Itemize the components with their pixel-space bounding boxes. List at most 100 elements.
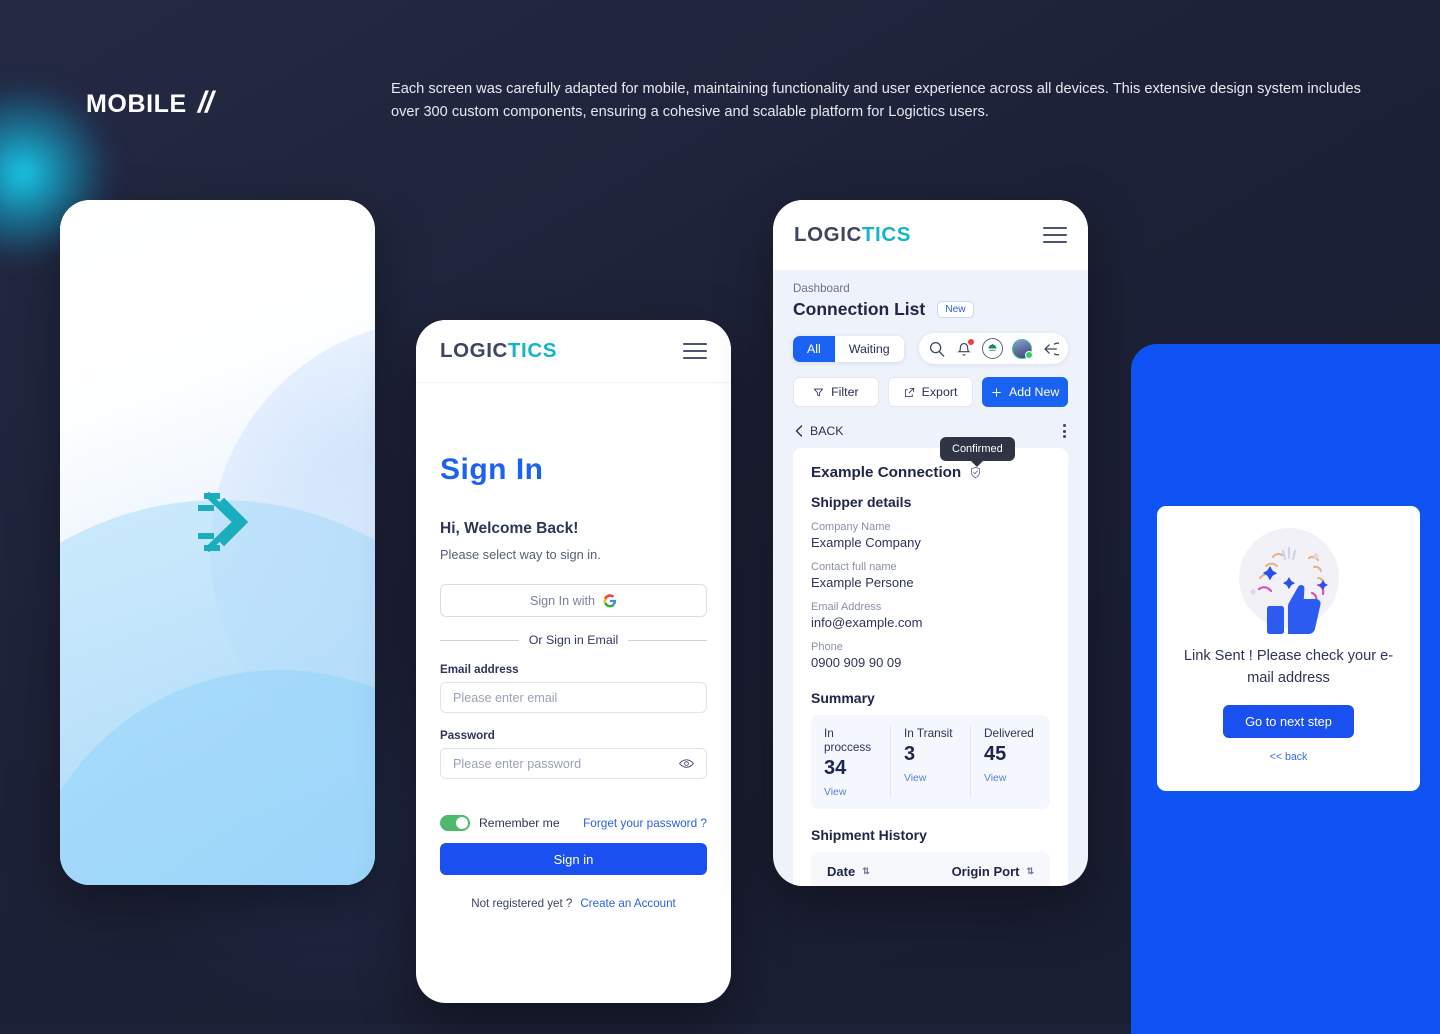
section-slashes: // <box>197 86 214 119</box>
summary-heading: Summary <box>811 690 875 706</box>
tab-segmented-control: All Waiting <box>793 335 904 362</box>
page-title-row: Connection List New <box>793 299 1068 320</box>
phone-dashboard-screen: LOGICTICS Dashboard Connection List New … <box>773 200 1088 886</box>
forgot-password-link[interactable]: Forget your password ? <box>583 816 707 830</box>
google-signin-label: Sign In with <box>529 593 596 608</box>
stat-in-transit: In Transit 3 View <box>891 726 971 798</box>
signup-footer: Not registered yet ? Create an Account <box>440 897 707 910</box>
link-sent-card: Link Sent ! Please check your e-mail add… <box>1157 506 1420 791</box>
section-label-text: MOBILE <box>86 90 187 118</box>
stat-label: In Transit <box>904 726 953 740</box>
column-header-origin-port[interactable]: Origin Port ⇅ <box>952 864 1034 879</box>
stat-view-link[interactable]: View <box>904 773 957 784</box>
stat-label: In proccess <box>824 726 872 754</box>
tab-all[interactable]: All <box>793 335 835 362</box>
summary-stats: In proccess 34 View In Transit 3 View De… <box>811 715 1050 809</box>
logout-arrow-icon[interactable] <box>1041 340 1059 358</box>
google-g-icon <box>603 593 617 607</box>
signin-body: Sign In Hi, Welcome Back! Please select … <box>416 383 731 910</box>
remember-row: Remember me Forget your password ? <box>440 815 707 831</box>
remember-toggle[interactable] <box>440 815 470 831</box>
page-title: Sign In <box>440 453 544 486</box>
chevron-left-icon <box>795 425 803 437</box>
signin-submit-button[interactable]: Sign in <box>440 843 707 875</box>
brand-logo: LOGICTICS <box>440 339 557 363</box>
back-row: BACK <box>793 424 1068 438</box>
notification-bell-icon[interactable] <box>955 338 974 358</box>
shipper-section-heading: Shipper details <box>811 494 912 510</box>
stat-value: 45 <box>984 743 1007 765</box>
field-label: Contact full name <box>811 561 897 573</box>
brand-logo-part1: LOGIC <box>440 339 508 362</box>
signin-header: LOGICTICS <box>416 320 731 383</box>
divider-label: Or Sign in Email <box>528 633 619 647</box>
back-link[interactable]: << back <box>1270 751 1308 763</box>
hamburger-menu-icon[interactable] <box>1043 227 1067 243</box>
email-label: Email address <box>440 663 519 676</box>
stat-view-link[interactable]: View <box>984 773 1037 784</box>
google-signin-button[interactable]: Sign In with <box>440 584 707 617</box>
dashboard-header: LOGICTICS <box>773 200 1088 270</box>
brand-logo-part2: TICS <box>507 339 558 362</box>
status-tooltip: Confirmed <box>940 437 1015 461</box>
user-avatar[interactable] <box>1012 338 1033 359</box>
action-button-row: Filter Export Add New <box>793 377 1069 407</box>
divider-line-right <box>628 639 707 641</box>
stat-value: 3 <box>904 743 916 765</box>
stat-label: Delivered <box>984 726 1034 740</box>
thumbs-up-confetti-icon <box>1226 522 1352 644</box>
company-logo-icon[interactable] <box>982 338 1003 359</box>
status-badge: New <box>937 301 974 318</box>
password-field[interactable]: Please enter password <box>440 748 707 779</box>
add-new-button[interactable]: Add New <box>982 377 1069 407</box>
remember-label: Remember me <box>479 816 560 830</box>
connection-header: Example Connection <box>811 464 1050 481</box>
filter-button[interactable]: Filter <box>793 377 879 407</box>
field-value: Example Persone <box>811 575 914 590</box>
add-new-label: Add New <box>1009 385 1060 399</box>
column-label: Origin Port <box>951 864 1020 879</box>
connection-card: Example Connection Shipper details Compa… <box>793 448 1068 886</box>
eye-toggle-icon[interactable] <box>679 758 694 769</box>
field-label: Email Address <box>811 601 882 613</box>
divider-line-left <box>440 639 519 641</box>
go-to-next-step-button[interactable]: Go to next step <box>1223 704 1354 738</box>
export-label: Export <box>921 385 958 399</box>
search-icon[interactable] <box>928 340 946 358</box>
column-header-date[interactable]: Date ⇅ <box>827 864 870 879</box>
connection-name: Example Connection <box>811 464 962 481</box>
password-label: Password <box>440 729 495 742</box>
brand-logo: LOGICTICS <box>794 223 911 247</box>
create-account-link[interactable]: Create an Account <box>580 897 675 910</box>
shipment-history-table-header: Date ⇅ Origin Port ⇅ <box>811 852 1050 886</box>
splash-logo-mark <box>60 486 375 558</box>
phone-signin-screen: LOGICTICS Sign In Hi, Welcome Back! Plea… <box>416 320 731 1003</box>
stat-view-link[interactable]: View <box>824 787 877 798</box>
field-company-name: Company Name Example Company <box>811 521 1050 550</box>
stat-delivered: Delivered 45 View <box>971 726 1050 798</box>
filter-label: Filter <box>831 385 859 399</box>
remember-toggle-group[interactable]: Remember me <box>440 815 560 831</box>
back-label: BACK <box>810 424 844 438</box>
export-share-icon <box>904 387 914 397</box>
tab-waiting[interactable]: Waiting <box>834 335 904 362</box>
back-button[interactable]: BACK <box>795 424 844 438</box>
filter-funnel-icon <box>814 388 824 396</box>
hamburger-menu-icon[interactable] <box>683 343 707 359</box>
export-button[interactable]: Export <box>887 377 974 407</box>
welcome-heading: Hi, Welcome Back! <box>440 520 579 537</box>
section-label: MOBILE // <box>86 86 213 120</box>
plus-icon <box>992 387 1001 397</box>
double-chevron-logo-icon <box>197 491 248 553</box>
verified-shield-icon[interactable] <box>969 466 982 479</box>
brand-logo-part2: TICS <box>861 223 912 246</box>
page-header: MOBILE // Each screen was carefully adap… <box>0 0 1440 190</box>
stat-value: 34 <box>824 757 847 779</box>
header-icon-group <box>919 333 1068 364</box>
breadcrumb[interactable]: Dashboard <box>793 282 1068 295</box>
email-field[interactable]: Please enter email <box>440 682 707 713</box>
kebab-menu-icon[interactable] <box>1063 424 1066 438</box>
signup-prompt: Not registered yet ? <box>471 897 573 910</box>
stat-in-process: In proccess 34 View <box>811 726 891 798</box>
brand-logo-part1: LOGIC <box>794 223 862 246</box>
